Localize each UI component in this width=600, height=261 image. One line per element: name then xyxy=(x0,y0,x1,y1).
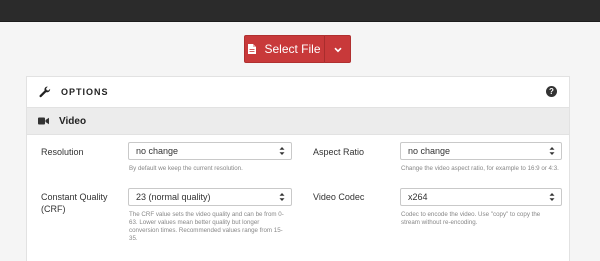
video-codec-select-value: x264 xyxy=(408,192,428,202)
resolution-select[interactable]: no change xyxy=(128,142,292,160)
video-codec-label: Video Codec xyxy=(313,192,365,202)
constant-quality-help-line2: 63. Lower values mean better quality but… xyxy=(129,219,260,226)
select-arrows-icon xyxy=(549,192,555,202)
video-section-title: Video xyxy=(59,115,87,127)
constant-quality-select-value: 23 (normal quality) xyxy=(136,192,211,202)
select-file-group: Select File xyxy=(244,35,351,63)
constant-quality-help-line1: The CRF value sets the video quality and… xyxy=(129,211,284,218)
aspect-ratio-select-value: no change xyxy=(408,146,451,156)
constant-quality-label-line2: (CRF) xyxy=(41,204,66,214)
constant-quality-help-line3: conversion times. Recommended values ran… xyxy=(129,227,283,234)
video-codec-select[interactable]: x264 xyxy=(400,188,562,206)
wrench-icon xyxy=(39,86,51,98)
video-codec-help-line1: Codec to encode the video. Use "copy" to… xyxy=(401,211,541,218)
select-arrows-icon xyxy=(549,146,555,156)
select-arrows-icon xyxy=(279,192,285,202)
aspect-ratio-label: Aspect Ratio xyxy=(313,147,365,157)
select-arrows-icon xyxy=(279,146,285,156)
resolution-help-text: By default we keep the current resolutio… xyxy=(129,165,243,172)
options-header: OPTIONS ? xyxy=(27,77,569,107)
select-file-label: Select File xyxy=(264,42,321,56)
resolution-select-value: no change xyxy=(136,146,179,156)
question-circle-icon[interactable]: ? xyxy=(546,86,557,97)
aspect-ratio-help-text: Change the video aspect ratio, for examp… xyxy=(401,165,559,172)
options-panel: OPTIONS ? Video Resolution no change By … xyxy=(26,76,570,261)
constant-quality-label-line1: Constant Quality xyxy=(41,192,108,202)
video-codec-help-line2: stream without re-encoding. xyxy=(401,219,478,226)
chevron-down-icon xyxy=(333,40,342,58)
aspect-ratio-select[interactable]: no change xyxy=(400,142,562,160)
select-file-dropdown-button[interactable] xyxy=(325,35,351,63)
constant-quality-help-line4: 35. xyxy=(129,235,138,242)
options-title: OPTIONS xyxy=(61,87,109,97)
constant-quality-select[interactable]: 23 (normal quality) xyxy=(128,188,292,206)
video-section-header: Video xyxy=(27,107,569,135)
resolution-label: Resolution xyxy=(41,147,84,157)
select-file-button[interactable]: Select File xyxy=(244,35,325,63)
file-icon xyxy=(248,44,257,54)
top-bar xyxy=(0,0,600,22)
video-camera-icon xyxy=(38,117,49,125)
